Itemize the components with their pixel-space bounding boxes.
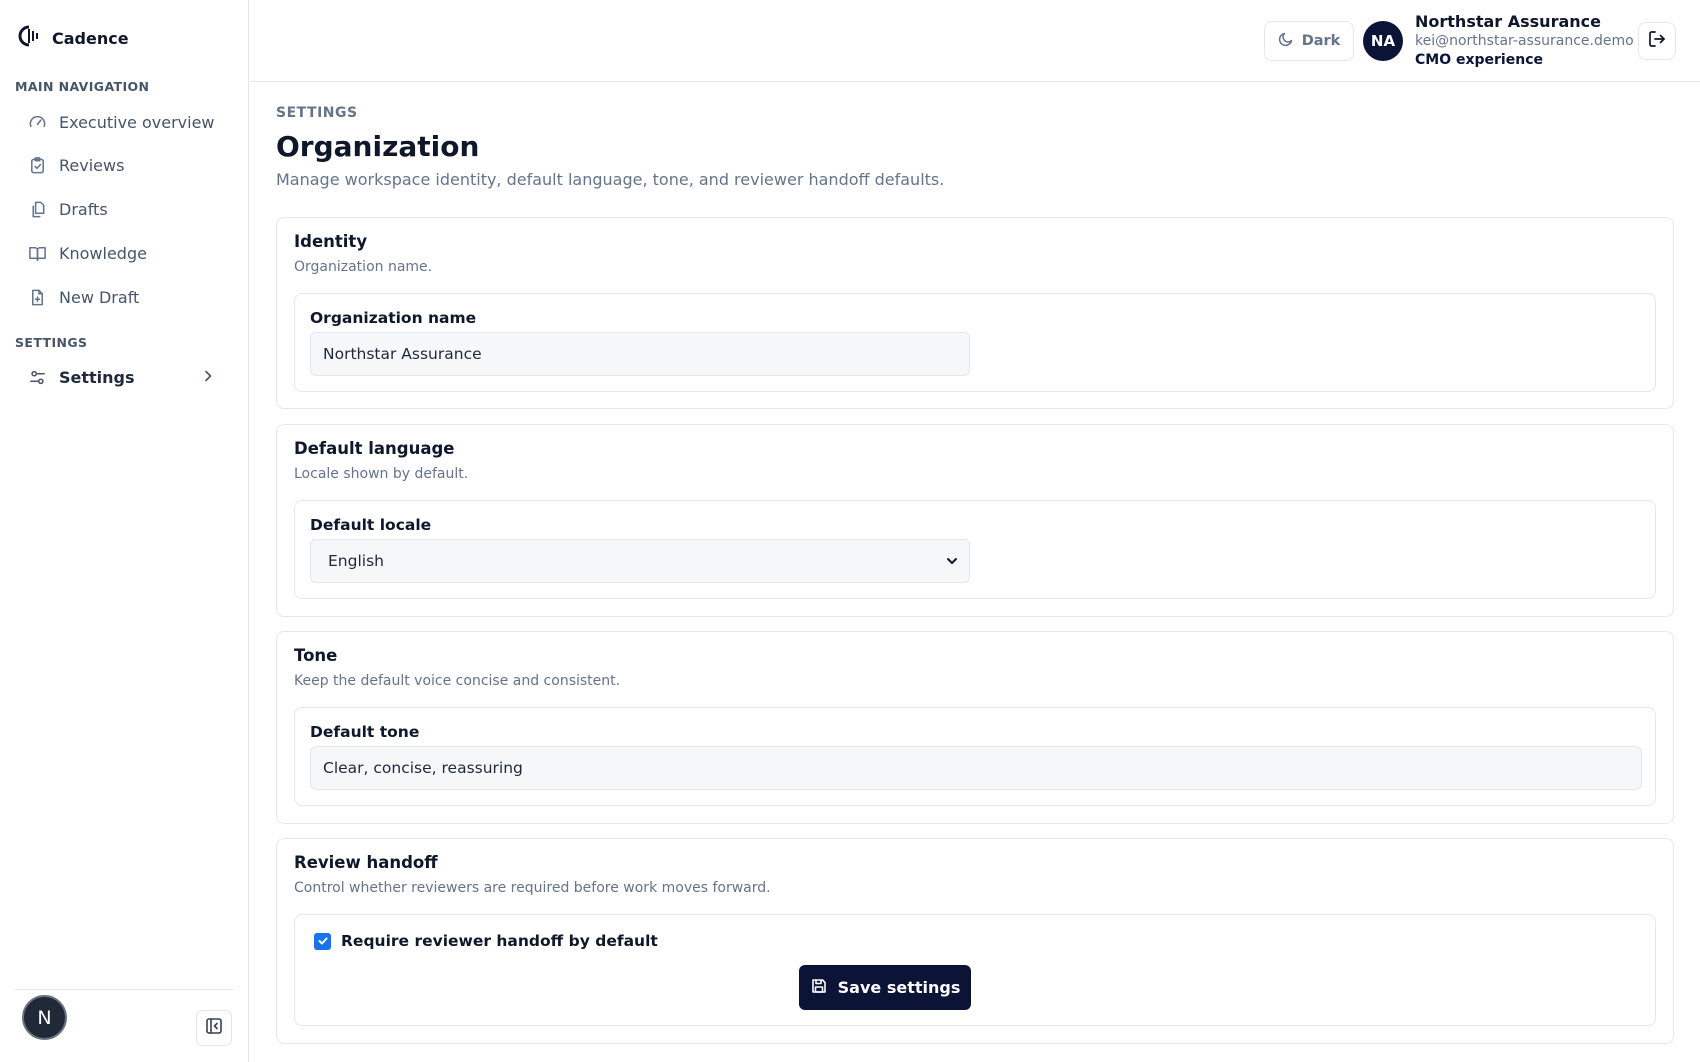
copy-document-icon [27, 199, 47, 219]
theme-toggle-label: Dark [1301, 33, 1341, 49]
sidebar-item-label: Drafts [59, 199, 108, 219]
sidebar-item-knowledge[interactable]: Knowledge [18, 235, 230, 271]
sidebar-collapse-icon [205, 1017, 223, 1039]
chevron-right-icon [200, 368, 216, 388]
sliders-icon [27, 367, 47, 387]
review-handoff-group: Require reviewer handoff by default Save… [294, 914, 1656, 1026]
save-icon [810, 977, 828, 999]
page-description: Manage workspace identity, default langu… [276, 170, 945, 189]
default-locale-group: Default locale English [294, 500, 1656, 599]
card-title: Review handoff [294, 853, 438, 872]
brand-name: Cadence [52, 28, 129, 48]
card-title: Identity [294, 232, 368, 251]
user-role: CMO experience [1415, 52, 1543, 68]
save-settings-button[interactable]: Save settings [799, 965, 971, 1010]
sidebar-item-settings[interactable]: Settings [18, 359, 230, 395]
workspace-badge[interactable]: N [22, 995, 67, 1040]
sidebar-item-label: Knowledge [59, 243, 147, 263]
default-tone-group: Default tone Clear, concise, reassuring [294, 707, 1656, 806]
organization-name-group: Organization name Northstar Assurance [294, 293, 1656, 392]
file-plus-icon [27, 287, 47, 307]
card-subtitle: Control whether reviewers are required b… [294, 880, 771, 896]
card-subtitle: Keep the default voice concise and consi… [294, 673, 621, 689]
organization-name-input[interactable]: Northstar Assurance [310, 332, 970, 376]
moon-icon [1278, 31, 1294, 51]
top-header: Dark NA Northstar Assurance kei@northsta… [250, 0, 1700, 82]
logout-icon [1647, 29, 1667, 53]
review-handoff-card: Review handoff Control whether reviewers… [276, 838, 1674, 1044]
page-title: Organization [276, 130, 480, 163]
default-language-card: Default language Locale shown by default… [276, 424, 1674, 617]
default-tone-input[interactable]: Clear, concise, reassuring [310, 746, 1642, 790]
sidebar-item-reviews[interactable]: Reviews [18, 147, 230, 183]
field-label: Default locale [310, 516, 432, 534]
checkbox-label: Require reviewer handoff by default [341, 932, 658, 950]
sidebar-item-label: Executive overview [59, 112, 215, 132]
gauge-icon [27, 112, 47, 132]
user-email: kei@northstar-assurance.demo [1415, 33, 1634, 49]
card-subtitle: Locale shown by default. [294, 466, 469, 482]
sidebar-item-drafts[interactable]: Drafts [18, 191, 230, 227]
card-title: Tone [294, 646, 338, 665]
sidebar-item-executive-overview[interactable]: Executive overview [18, 104, 230, 140]
tone-card: Tone Keep the default voice concise and … [276, 631, 1674, 824]
cadence-logo-icon [18, 25, 40, 51]
default-locale-select[interactable]: English [310, 539, 970, 583]
sidebar: Cadence MAIN NAVIGATION Executive overvi… [0, 0, 249, 1062]
card-subtitle: Organization name. [294, 259, 433, 275]
reviewer-handoff-checkbox[interactable] [314, 932, 331, 950]
sidebar-item-label: Reviews [59, 155, 125, 175]
logout-button[interactable] [1638, 22, 1676, 60]
sidebar-item-label: New Draft [59, 287, 140, 307]
user-name: Northstar Assurance [1415, 12, 1601, 31]
sidebar-divider [15, 989, 234, 990]
main-navigation-label: MAIN NAVIGATION [15, 79, 150, 94]
avatar[interactable]: NA [1363, 21, 1403, 61]
select-value: English [328, 552, 384, 570]
user-info: Northstar Assurance kei@northstar-assura… [1415, 12, 1634, 70]
brand[interactable]: Cadence [18, 25, 129, 51]
settings-section-label: SETTINGS [15, 335, 88, 350]
theme-toggle-button[interactable]: Dark [1264, 21, 1354, 61]
identity-card: Identity Organization name. Organization… [276, 217, 1674, 409]
field-label: Organization name [310, 309, 477, 327]
page-eyebrow: SETTINGS [276, 105, 358, 121]
chevron-down-icon [945, 554, 959, 572]
clipboard-check-icon [27, 155, 47, 175]
collapse-sidebar-button[interactable] [196, 1010, 232, 1046]
save-button-label: Save settings [837, 978, 961, 997]
reviewer-handoff-option[interactable]: Require reviewer handoff by default [314, 932, 658, 950]
sidebar-item-label: Settings [59, 367, 135, 387]
book-open-icon [27, 243, 47, 263]
sidebar-item-new-draft[interactable]: New Draft [18, 279, 230, 315]
field-label: Default tone [310, 723, 420, 741]
card-title: Default language [294, 439, 455, 458]
